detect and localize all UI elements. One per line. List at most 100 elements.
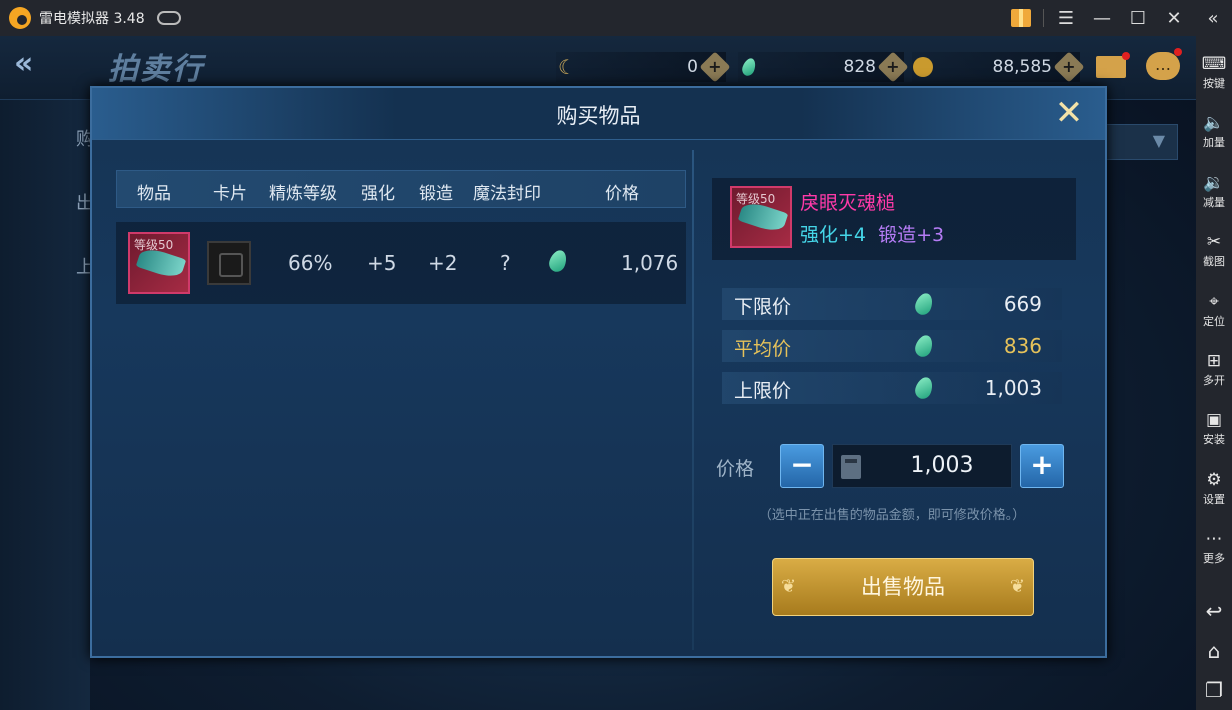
currency-gold: 88,585 + — [912, 51, 1085, 83]
gamepad-icon[interactable] — [156, 11, 181, 25]
green-gem-icon — [912, 332, 936, 360]
notification-dot — [1122, 52, 1130, 60]
max-price-value: 1,003 — [984, 376, 1042, 400]
average-price-row: 平均价 836 — [722, 330, 1062, 362]
column-header: 锻造 — [419, 184, 453, 204]
home-icon: ⌂ — [1207, 638, 1221, 663]
table-header: 物品 卡片 精炼等级 强化 锻造 魔法封印 价格 — [116, 170, 686, 208]
card-slot[interactable] — [207, 241, 251, 285]
sidebar-item-label: 加量 — [1203, 136, 1225, 150]
sidebar-item-more[interactable]: ⋯ 更多 — [1196, 518, 1232, 577]
hamburger-icon: ☰ — [1057, 7, 1075, 29]
recents-icon: ❐ — [1205, 678, 1223, 703]
sidebar-item-label: 截图 — [1203, 255, 1225, 269]
refine-cell: 66% — [288, 251, 333, 275]
decrease-price-button[interactable]: − — [780, 444, 824, 488]
titlebar-controls: ☰ — ☐ ✕ — [1003, 0, 1192, 36]
sidebar-item-keys[interactable]: ⌨ 按键 — [1196, 42, 1232, 101]
sidebar-item-multi-instance[interactable]: ⊞ 多开 — [1196, 339, 1232, 398]
menu-button[interactable]: ☰ — [1048, 0, 1084, 36]
location-pin-icon: ⌖ — [1209, 291, 1219, 312]
currency-crescent: ☾ 0 + — [556, 51, 731, 83]
apk-install-icon: ▣ — [1205, 410, 1223, 431]
volume-down-icon: 🔉 — [1203, 172, 1225, 193]
gold-coin-icon — [912, 56, 934, 78]
tab-buy[interactable]: 购 — [0, 110, 94, 170]
price-input[interactable]: 1,003 — [832, 444, 1012, 488]
sidebar-item-volume-down[interactable]: 🔉 减量 — [1196, 161, 1232, 220]
minimize-button[interactable]: — — [1084, 0, 1120, 36]
price-input-value: 1,003 — [910, 453, 974, 478]
sidebar-item-settings[interactable]: ⚙ 设置 — [1196, 458, 1232, 517]
currency-gem: 828 + — [738, 51, 909, 83]
column-header: 物品 — [137, 184, 171, 204]
mail-icon[interactable] — [1096, 52, 1130, 78]
dialog-title: 购买物品 — [556, 104, 641, 128]
calculator-icon[interactable] — [841, 455, 861, 479]
average-price-label: 平均价 — [734, 338, 792, 360]
volume-up-icon: 🔈 — [1203, 113, 1225, 134]
panel-divider — [692, 150, 694, 650]
buy-item-dialog: 购买物品 ✕ 物品 卡片 精炼等级 强化 锻造 魔法封印 价格 等级50 66%… — [90, 86, 1107, 658]
price-hint: （选中正在出售的物品金额，即可修改价格。） — [758, 508, 1026, 523]
sidebar-item-label: 减量 — [1203, 195, 1225, 209]
sell-item-button[interactable]: 出售物品 — [772, 558, 1034, 616]
close-dialog-button[interactable]: ✕ — [1053, 96, 1085, 130]
hammer-icon — [737, 199, 789, 235]
sidebar-item-label: 设置 — [1203, 492, 1225, 506]
auction-tabs: 购 出 上 — [0, 100, 94, 710]
column-header: 强化 — [361, 184, 395, 204]
back-nav-button[interactable]: ↩ — [1196, 591, 1232, 631]
add-gem-button[interactable]: + — [877, 51, 909, 83]
sidebar-item-label: 多开 — [1203, 373, 1225, 387]
emulator-titlebar: 雷电模拟器 3.48 ☰ — ☐ ✕ « — [0, 0, 1232, 36]
double-chevron-left-icon: « — [1207, 7, 1219, 29]
filter-dropdown[interactable]: ▼ — [1098, 124, 1178, 160]
gift-icon — [1011, 9, 1031, 27]
add-gold-button[interactable]: + — [1053, 51, 1085, 83]
scissors-icon: ✂ — [1206, 232, 1222, 253]
price-label: 价格 — [716, 458, 755, 480]
forge-stat: 锻造+3 — [878, 224, 945, 246]
item-thumbnail[interactable]: 等级50 — [128, 232, 190, 294]
more-dots-icon: ⋯ — [1205, 529, 1223, 550]
selected-item-detail: 等级50 戾眼灭魂槌 强化+4 锻造+3 — [712, 178, 1076, 260]
multi-instance-icon: ⊞ — [1206, 350, 1222, 371]
maximize-icon: ☐ — [1129, 7, 1147, 29]
min-price-value: 669 — [1003, 292, 1042, 316]
price-cell: 1,076 — [621, 251, 679, 275]
tab-listed[interactable]: 上 — [0, 238, 94, 298]
sidebar-item-volume-up[interactable]: 🔈 加量 — [1196, 101, 1232, 160]
emulator-sidebar: ⌨ 按键 🔈 加量 🔉 减量 ✂ 截图 ⌖ 定位 ⊞ 多开 ▣ 安装 ⚙ 设置 ⋯ 更多 ↩ ⌂ … — [1196, 36, 1232, 710]
dialog-header: 购买物品 ✕ — [92, 88, 1105, 140]
collapse-sidebar-button[interactable]: « — [1198, 0, 1228, 36]
hammer-icon — [135, 245, 187, 281]
column-header: 卡片 — [213, 184, 247, 204]
back-arrow-icon: ↩ — [1205, 598, 1223, 623]
gift-button[interactable] — [1003, 0, 1039, 36]
green-gem-icon — [912, 374, 936, 402]
forge-cell: +2 — [428, 251, 458, 275]
emulator-logo-icon — [9, 7, 31, 29]
max-price-row: 上限价 1,003 — [722, 372, 1062, 404]
sidebar-item-location[interactable]: ⌖ 定位 — [1196, 280, 1232, 339]
sidebar-item-screenshot[interactable]: ✂ 截图 — [1196, 220, 1232, 279]
green-gem-icon — [912, 290, 936, 318]
increase-price-button[interactable]: + — [1020, 444, 1064, 488]
close-window-button[interactable]: ✕ — [1156, 0, 1192, 36]
tab-sell[interactable]: 出 — [0, 174, 94, 234]
sidebar-item-install[interactable]: ▣ 安装 — [1196, 399, 1232, 458]
chat-icon[interactable]: … — [1146, 48, 1182, 80]
selected-item-name: 戾眼灭魂槌 — [800, 192, 896, 214]
selected-item-thumbnail: 等级50 — [730, 186, 792, 248]
maximize-button[interactable]: ☐ — [1120, 0, 1156, 36]
plus-icon: + — [1062, 57, 1076, 76]
home-nav-button[interactable]: ⌂ — [1196, 631, 1232, 671]
game-back-button[interactable]: « — [14, 46, 78, 90]
close-icon: ✕ — [1054, 93, 1084, 133]
plus-icon: + — [1030, 448, 1054, 481]
add-currency-button[interactable]: + — [699, 51, 731, 83]
table-row[interactable]: 等级50 66% +5 +2 ? 1,076 — [116, 222, 686, 304]
recents-nav-button[interactable]: ❐ — [1196, 670, 1232, 710]
column-header: 魔法封印 — [473, 184, 541, 204]
